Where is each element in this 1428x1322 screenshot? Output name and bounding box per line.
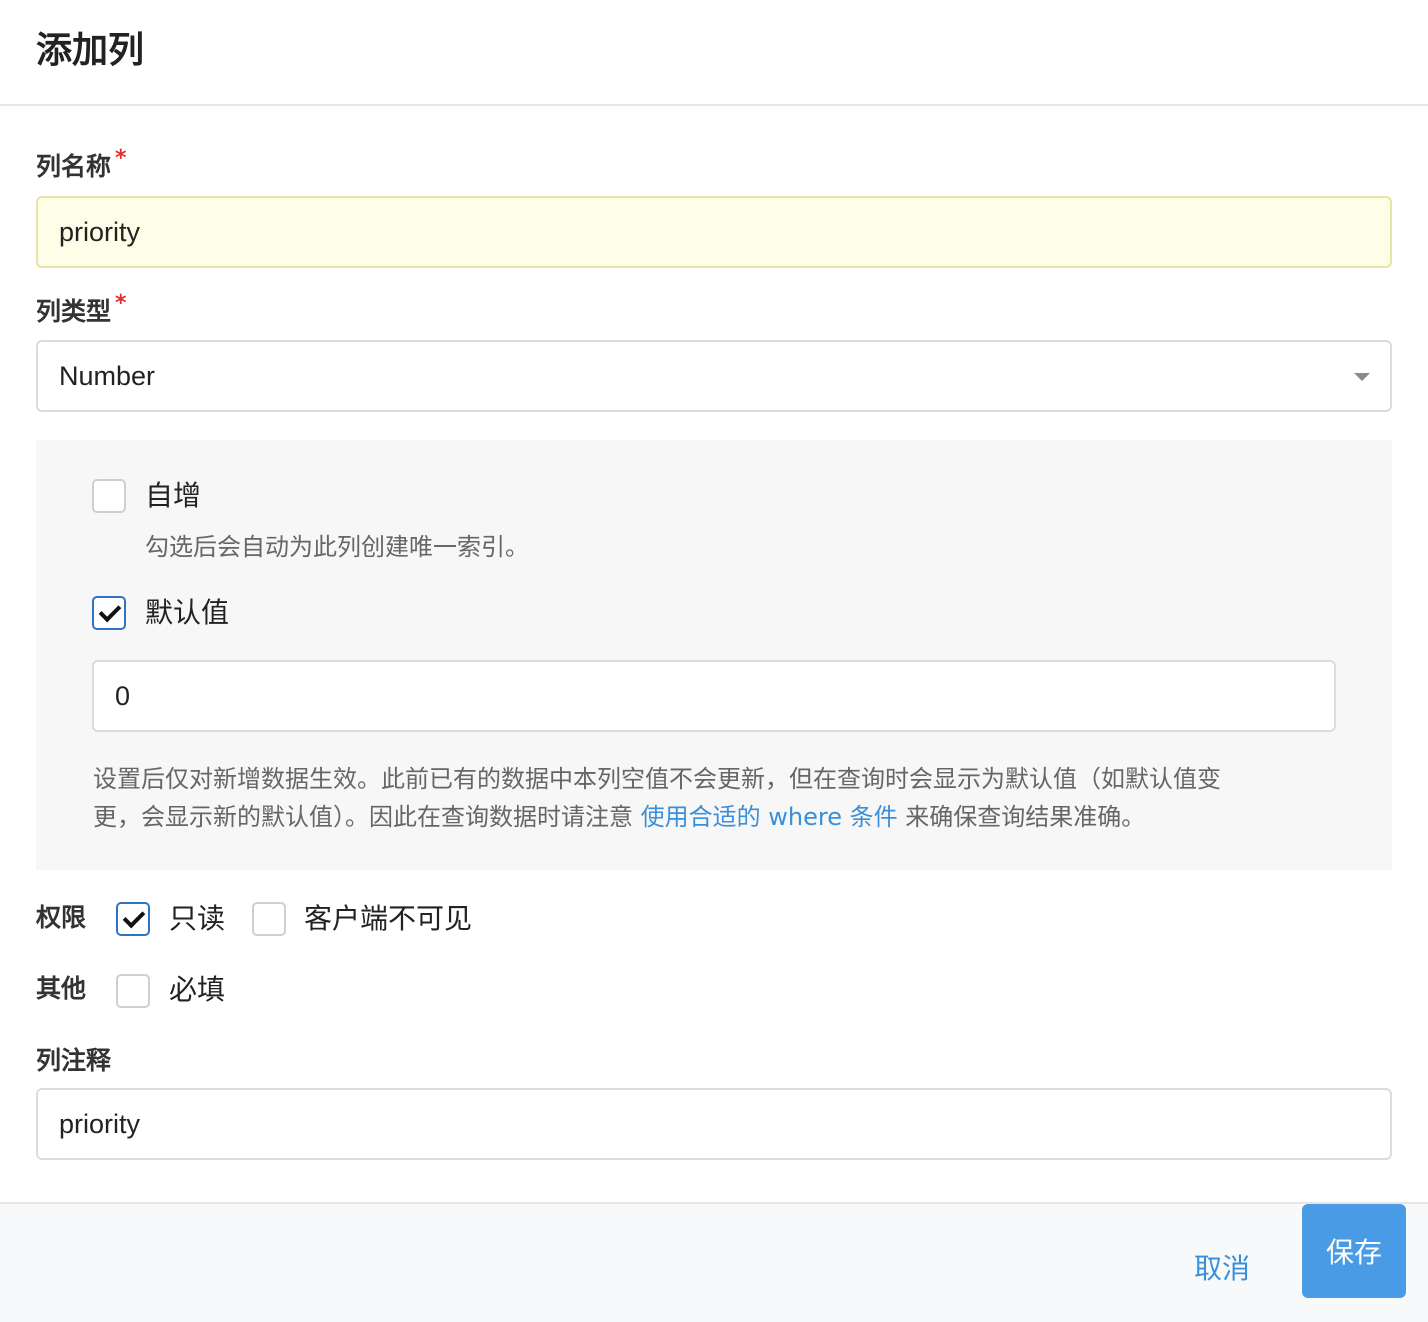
client-invisible-checkbox[interactable] — [252, 902, 286, 936]
default-hint-line1: 设置后仅对新增数据生效。此前已有的数据中本列空值不会更新，但在查询时会显示为默认… — [93, 765, 1221, 793]
column-comment-input[interactable]: priority — [36, 1088, 1392, 1160]
column-type-value: Number — [59, 360, 156, 391]
column-name-label-text: 列名称 — [36, 152, 112, 181]
column-name-label: 列名称 * — [36, 146, 127, 186]
client-invisible-label: 客户端不可见 — [304, 902, 473, 935]
auto-increment-hint: 勾选后会自动为此列创建唯一索引。 — [145, 533, 529, 561]
save-button[interactable]: 保存 — [1302, 1204, 1406, 1298]
default-value-hint: 设置后仅对新增数据生效。此前已有的数据中本列空值不会更新，但在查询时会显示为默认… — [93, 760, 1353, 836]
required-checkbox[interactable] — [116, 974, 150, 1008]
default-hint-line2: 更，会显示新的默认值）。因此在查询数据时请注意 使用合适的 where 条件 来… — [93, 798, 1353, 836]
column-name-input[interactable]: priority — [36, 196, 1392, 268]
readonly-label: 只读 — [169, 902, 226, 935]
column-comment-label: 列注释 — [36, 1046, 112, 1075]
required-label: 必填 — [169, 973, 226, 1006]
default-hint-tail: 来确保查询结果准确。 — [905, 803, 1146, 831]
auto-increment-checkbox[interactable] — [92, 479, 126, 513]
cancel-button[interactable]: 取消 — [1178, 1234, 1266, 1300]
default-value-input[interactable]: 0 — [92, 660, 1336, 732]
default-value-label: 默认值 — [145, 596, 230, 629]
column-name-value: priority — [59, 216, 141, 247]
where-condition-link[interactable]: 使用合适的 where 条件 — [641, 803, 898, 831]
dialog-header: 添加列 — [0, 0, 1428, 106]
default-hint-text: 更，会显示新的默认值）。因此在查询数据时请注意 — [93, 803, 633, 831]
permissions-label: 权限 — [36, 903, 87, 932]
auto-increment-label: 自增 — [145, 479, 202, 512]
required-mark: * — [115, 291, 127, 316]
default-value-text: 0 — [115, 680, 131, 711]
column-type-label: 列类型 * — [36, 291, 127, 331]
chevron-down-icon — [1354, 373, 1370, 381]
readonly-checkbox[interactable] — [116, 902, 150, 936]
dialog-title: 添加列 — [36, 30, 145, 71]
column-type-select[interactable]: Number — [36, 340, 1392, 412]
dialog-footer: 取消 — [0, 1202, 1428, 1322]
required-mark: * — [115, 146, 127, 171]
other-label: 其他 — [36, 974, 87, 1003]
default-value-checkbox[interactable] — [92, 596, 126, 630]
column-type-label-text: 列类型 — [36, 297, 112, 326]
column-comment-value: priority — [59, 1108, 141, 1139]
